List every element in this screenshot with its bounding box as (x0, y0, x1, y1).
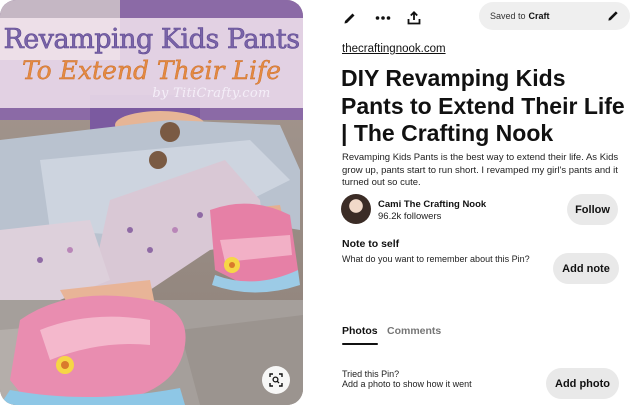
note-prompt: What do you want to remember about this … (342, 254, 530, 264)
tab-photos[interactable]: Photos (342, 325, 378, 345)
note-heading: Note to self (342, 238, 400, 250)
pin-image[interactable]: Revamping Kids Pants To Extend Their Lif… (0, 0, 303, 405)
pencil-icon[interactable] (607, 9, 620, 22)
pin-description: Revamping Kids Pants is the best way to … (342, 152, 619, 188)
add-note-button[interactable]: Add note (553, 253, 619, 284)
banner-credit: by TitiCrafty.com (152, 86, 271, 101)
pencil-icon (344, 13, 355, 24)
add-photo-button[interactable]: Add photo (546, 368, 619, 399)
visual-search-button[interactable] (262, 366, 290, 394)
avatar[interactable] (341, 194, 371, 224)
saved-to-board-button[interactable]: Saved to Craft (479, 2, 630, 30)
author-followers: 96.2k followers (378, 211, 442, 222)
follow-button[interactable]: Follow (567, 194, 618, 225)
saved-board-name: Craft (528, 11, 550, 21)
share-button[interactable] (404, 8, 424, 28)
more-options-button[interactable] (373, 8, 393, 28)
banner-title-line1: Revamping Kids Pants (3, 24, 300, 56)
saved-prefix: Saved to (490, 11, 526, 21)
banner-title-line2: To Extend Their Life (21, 56, 282, 85)
more-icon (375, 16, 391, 20)
tab-comments[interactable]: Comments (387, 325, 441, 337)
edit-pin-button[interactable] (340, 8, 360, 28)
source-link[interactable]: thecraftingnook.com (342, 43, 446, 55)
visual-search-icon (269, 373, 283, 387)
tried-title: Tried this Pin? (342, 369, 400, 379)
author-name[interactable]: Cami The Crafting Nook (378, 199, 486, 210)
tried-subtitle: Add a photo to show how it went (342, 379, 472, 389)
pin-title: DIY Revamping Kids Pants to Extend Their… (341, 65, 625, 146)
share-icon (407, 11, 421, 25)
